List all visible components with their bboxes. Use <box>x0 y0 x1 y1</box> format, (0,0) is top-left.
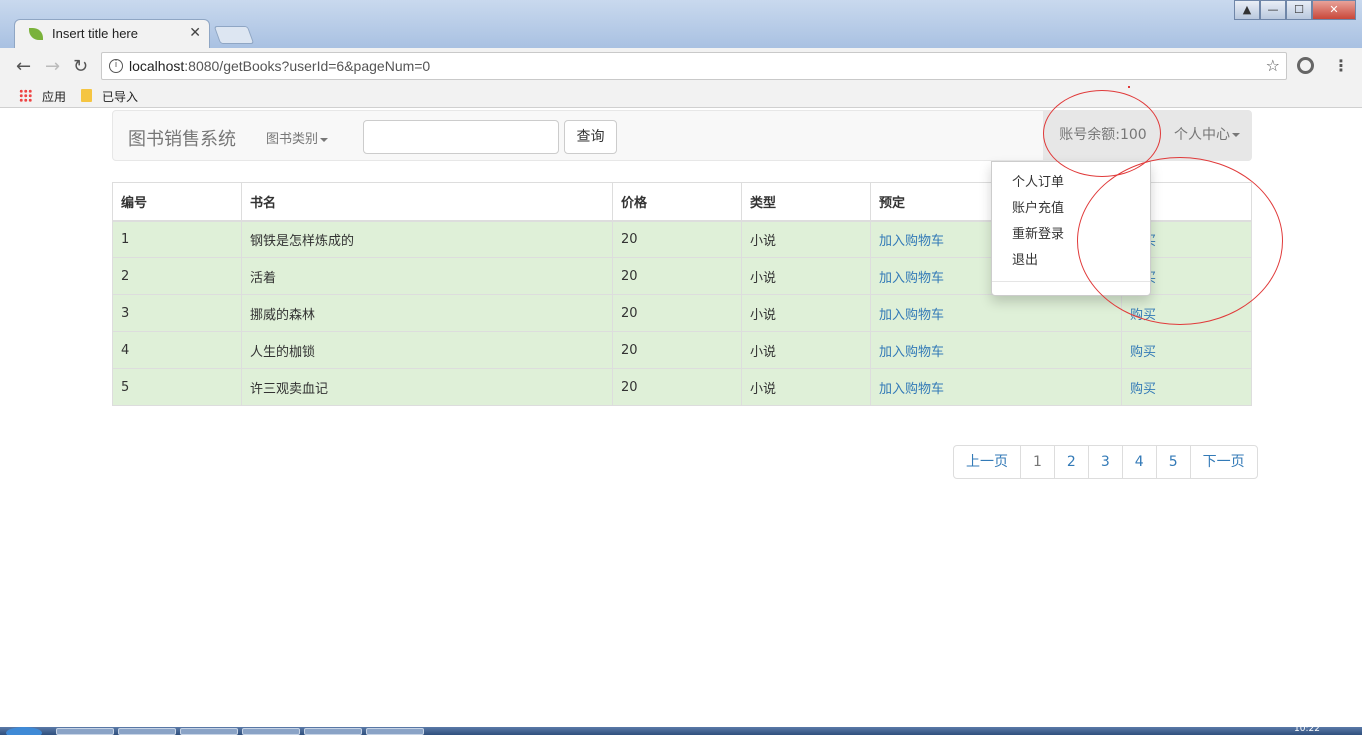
add-to-cart-link[interactable]: 加入购物车 <box>879 382 944 397</box>
user-center-label: 个人中心 <box>1174 127 1230 143</box>
cell-type: 小说 <box>741 368 871 406</box>
menu-item-logout[interactable]: 退出 <box>1012 249 1038 268</box>
pagination: 上一页 1 2 3 4 5 下一页 <box>953 445 1258 479</box>
menu-item-relogin[interactable]: 重新登录 <box>1012 223 1064 242</box>
new-tab-button[interactable] <box>213 26 255 44</box>
search-button[interactable]: 查询 <box>564 120 617 154</box>
taskbar-app-button[interactable] <box>56 728 114 735</box>
browser-tab[interactable]: Insert title here ✕ <box>14 19 210 49</box>
buy-link[interactable]: 购买 <box>1130 345 1156 360</box>
taskbar-clock: 10:22 <box>1294 724 1320 734</box>
caret-down-icon <box>1232 133 1240 137</box>
cell-buy: 购买 <box>1121 368 1252 406</box>
cell-type: 小说 <box>741 257 871 295</box>
kebab-menu-icon[interactable]: ⋮ <box>1333 56 1349 75</box>
cell-id: 3 <box>112 294 242 332</box>
cell-price: 20 <box>612 331 742 369</box>
cell-id: 1 <box>112 220 242 258</box>
brand-title[interactable]: 图书销售系统 <box>128 125 236 151</box>
cell-price: 20 <box>612 368 742 406</box>
maximize-button[interactable]: ☐ <box>1286 0 1312 20</box>
cell-reserve: 加入购物车 <box>870 331 1122 369</box>
leaf-icon <box>29 28 43 40</box>
forward-arrow-icon[interactable]: → <box>45 56 60 77</box>
bookmark-apps[interactable]: 应用 <box>42 88 66 105</box>
browser-toolbar: ← → ↻ i localhost:8080/getBooks?userId=6… <box>0 48 1362 84</box>
category-dropdown-toggle[interactable]: 图书类别 <box>266 128 329 147</box>
prev-page-button[interactable]: 上一页 <box>953 445 1021 479</box>
apps-icon[interactable] <box>19 89 32 102</box>
buy-link[interactable]: 购买 <box>1130 382 1156 397</box>
taskbar-app-button[interactable] <box>366 728 424 735</box>
taskbar-app-button[interactable] <box>242 728 300 735</box>
cell-reserve: 加入购物车 <box>870 368 1122 406</box>
category-label: 图书类别 <box>266 132 319 147</box>
cell-name: 人生的枷锁 <box>241 331 613 369</box>
column-header-id: 编号 <box>112 182 242 222</box>
cell-type: 小说 <box>741 220 871 258</box>
cell-price: 20 <box>612 294 742 332</box>
page-link-5[interactable]: 5 <box>1155 445 1191 479</box>
extension-icon[interactable] <box>1297 57 1314 74</box>
page-link-3[interactable]: 3 <box>1087 445 1123 479</box>
cell-buy: 购买 <box>1121 331 1252 369</box>
taskbar-app-button[interactable] <box>118 728 176 735</box>
cell-type: 小说 <box>741 331 871 369</box>
bookmarks-bar: 应用 已导入 <box>0 84 1362 108</box>
bookmark-imported[interactable]: 已导入 <box>102 88 138 105</box>
table-row: 4 人生的枷锁 20 小说 加入购物车 购买 <box>112 331 1252 369</box>
caret-down-icon <box>320 137 329 142</box>
window-controls: ▲ — ☐ ✕ <box>1234 0 1356 20</box>
close-tab-icon[interactable]: ✕ <box>189 25 201 41</box>
taskbar-app-button[interactable] <box>304 728 362 735</box>
close-window-button[interactable]: ✕ <box>1312 0 1356 20</box>
menu-item-orders[interactable]: 个人订单 <box>1012 171 1064 190</box>
next-page-button[interactable]: 下一页 <box>1189 445 1258 479</box>
back-arrow-icon[interactable]: ← <box>16 56 31 77</box>
add-to-cart-link[interactable]: 加入购物车 <box>879 271 944 286</box>
cell-name: 许三观卖血记 <box>241 368 613 406</box>
page-link-2[interactable]: 2 <box>1053 445 1089 479</box>
url-text: localhost:8080/getBooks?userId=6&pageNum… <box>129 58 430 74</box>
cell-name: 钢铁是怎样炼成的 <box>241 220 613 258</box>
add-to-cart-link[interactable]: 加入购物车 <box>879 345 944 360</box>
url-host: localhost <box>129 58 185 74</box>
user-center-dropdown-toggle[interactable]: 个人中心 <box>1163 111 1251 160</box>
column-header-name: 书名 <box>241 182 613 222</box>
folder-icon[interactable] <box>81 89 92 102</box>
annotation-dot <box>1128 86 1130 88</box>
reload-icon[interactable]: ↻ <box>73 56 88 77</box>
cell-id: 4 <box>112 331 242 369</box>
cell-id: 5 <box>112 368 242 406</box>
tab-title: Insert title here <box>52 26 138 41</box>
cell-price: 20 <box>612 220 742 258</box>
cell-name: 活着 <box>241 257 613 295</box>
page-link-1[interactable]: 1 <box>1020 445 1055 479</box>
cell-id: 2 <box>112 257 242 295</box>
os-taskbar: 10:22 <box>0 724 1362 735</box>
add-to-cart-link[interactable]: 加入购物车 <box>879 308 944 323</box>
info-icon[interactable]: i <box>109 59 123 73</box>
url-path: :8080/getBooks?userId=6&pageNum=0 <box>184 58 431 74</box>
table-row: 3 挪威的森林 20 小说 加入购物车 购买 <box>112 294 1252 332</box>
cell-name: 挪威的森林 <box>241 294 613 332</box>
page-link-4[interactable]: 4 <box>1121 445 1157 479</box>
add-to-cart-link[interactable]: 加入购物车 <box>879 234 944 249</box>
cell-type: 小说 <box>741 294 871 332</box>
star-icon[interactable]: ☆ <box>1266 56 1280 75</box>
cell-price: 20 <box>612 257 742 295</box>
column-header-price: 价格 <box>612 182 742 222</box>
taskbar-app-button[interactable] <box>180 728 238 735</box>
cell-reserve: 加入购物车 <box>870 294 1122 332</box>
menu-item-recharge[interactable]: 账户充值 <box>1012 197 1064 216</box>
browser-titlebar: Insert title here ✕ ▲ — ☐ ✕ <box>0 0 1362 49</box>
minimize-button[interactable]: — <box>1260 0 1286 20</box>
column-header-type: 类型 <box>741 182 871 222</box>
search-input[interactable] <box>363 120 559 154</box>
annotation-ellipse-menu <box>1077 157 1283 325</box>
user-icon[interactable]: ▲ <box>1234 0 1260 20</box>
address-bar[interactable]: i localhost:8080/getBooks?userId=6&pageN… <box>101 52 1287 80</box>
start-button[interactable] <box>6 727 42 735</box>
table-row: 5 许三观卖血记 20 小说 加入购物车 购买 <box>112 368 1252 406</box>
